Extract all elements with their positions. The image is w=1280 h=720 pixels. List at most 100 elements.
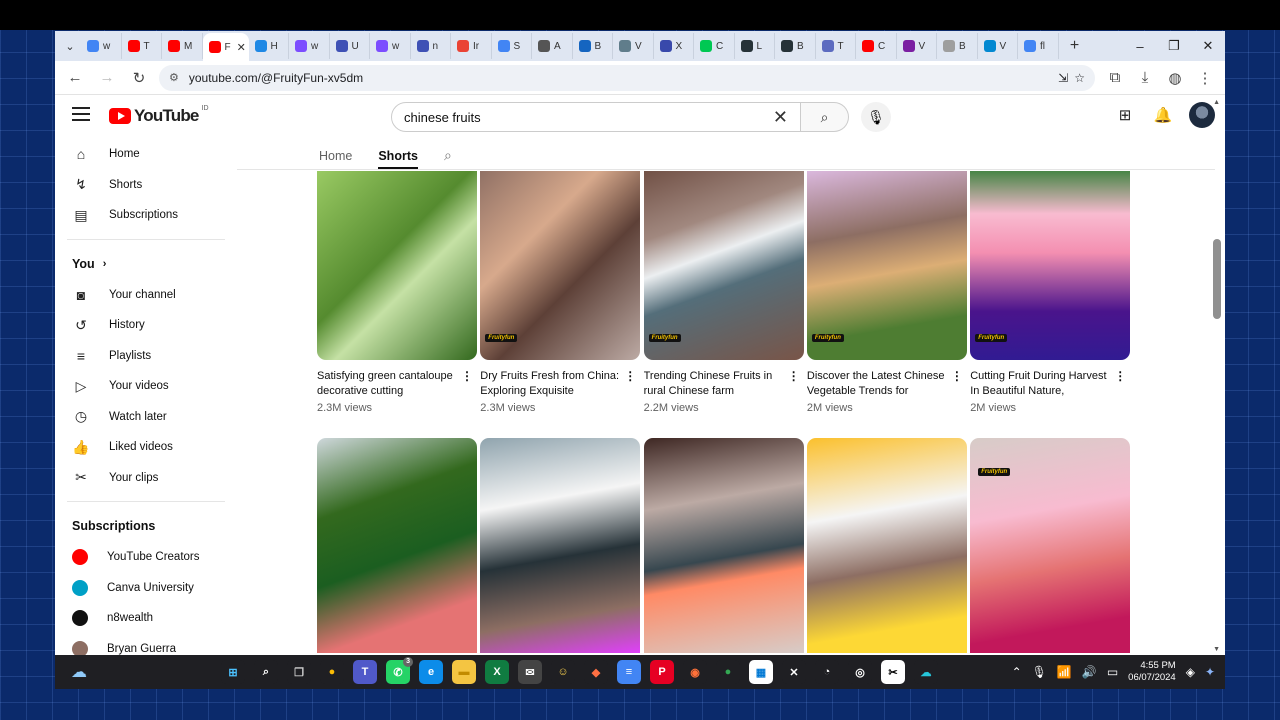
battery-icon[interactable]: ▭: [1107, 665, 1118, 679]
taskbar-capcut-icon[interactable]: ✕: [782, 660, 806, 684]
short-card[interactable]: [643, 438, 804, 653]
taskbar-excel-icon[interactable]: X: [485, 660, 509, 684]
short-thumbnail[interactable]: [480, 438, 641, 653]
browser-menu-icon[interactable]: ⋮: [1193, 66, 1217, 90]
browser-tab[interactable]: B: [937, 33, 978, 59]
install-app-icon[interactable]: ⇲: [1058, 71, 1068, 85]
short-thumbnail[interactable]: Fruityfun: [806, 171, 967, 360]
volume-icon[interactable]: 🔊: [1082, 665, 1097, 679]
widgets-button[interactable]: ☁: [55, 662, 103, 682]
sidebar-item-liked-videos[interactable]: 👍 Liked videos: [55, 432, 235, 463]
short-card[interactable]: [480, 438, 641, 653]
microphone-icon[interactable]: 🎙: [1032, 665, 1047, 679]
short-card[interactable]: Fruityfun Cutting Fruit During Harvest In…: [970, 171, 1131, 414]
short-thumbnail[interactable]: [806, 438, 967, 653]
back-icon[interactable]: ←: [63, 66, 87, 90]
sidebar-item-your-clips[interactable]: ✂ Your clips: [55, 463, 235, 494]
short-card[interactable]: Fruityfun Trending Chinese Fruits in rura…: [643, 171, 804, 414]
browser-tab[interactable]: A: [532, 33, 573, 59]
browser-tab[interactable]: w: [370, 33, 411, 59]
restore-icon[interactable]: ❐: [1157, 31, 1191, 61]
browser-tab[interactable]: V: [978, 33, 1018, 59]
taskbar-chrome-icon[interactable]: ●: [320, 660, 344, 684]
short-card[interactable]: [317, 438, 477, 653]
more-options-icon[interactable]: ⋮: [788, 369, 800, 383]
short-thumbnail[interactable]: [317, 438, 477, 653]
clock[interactable]: 4:55 PM 06/07/2024: [1128, 660, 1176, 684]
close-window-icon[interactable]: ✕: [1191, 31, 1225, 61]
browser-tab[interactable]: fl: [1018, 33, 1059, 59]
browser-tab[interactable]: V: [613, 33, 654, 59]
browser-tab[interactable]: Ir: [451, 33, 492, 59]
sidebar-item-home[interactable]: ⌂ Home: [55, 139, 235, 170]
youtube-logo[interactable]: YouTube ID: [109, 105, 209, 126]
taskbar-clock-icon[interactable]: ◔: [815, 660, 839, 684]
browser-tab[interactable]: n: [411, 33, 451, 59]
short-thumbnail[interactable]: [643, 438, 804, 653]
browser-tab[interactable]: S: [492, 33, 532, 59]
browser-tab[interactable]: M: [162, 33, 203, 59]
minimize-icon[interactable]: –: [1123, 31, 1157, 61]
short-card[interactable]: Satisfying green cantaloupe decorative c…: [317, 171, 477, 414]
site-info-icon[interactable]: ⚙: [169, 71, 179, 84]
url-field[interactable]: ⚙ youtube.com/@FruityFun-xv5dm ⇲ ☆: [159, 64, 1095, 91]
short-thumbnail[interactable]: Fruityfun: [970, 171, 1131, 360]
taskbar-character-icon[interactable]: ☺: [551, 660, 575, 684]
browser-tab[interactable]: B: [775, 33, 816, 59]
taskbar-cloud-upload-icon[interactable]: ☁: [914, 660, 938, 684]
more-options-icon[interactable]: ⋮: [624, 369, 636, 383]
short-card[interactable]: [806, 438, 967, 653]
sidebar-item-history[interactable]: ↺ History: [55, 310, 235, 341]
short-thumbnail[interactable]: Fruityfun: [970, 438, 1131, 653]
browser-tab[interactable]: C: [856, 33, 897, 59]
sidebar-item-your-channel[interactable]: ◙ Your channel: [55, 280, 235, 311]
taskbar-windows-start-icon[interactable]: ⊞: [221, 660, 245, 684]
page-scrollbar[interactable]: [1213, 139, 1221, 653]
short-title[interactable]: Dry Fruits Fresh from China: Exploring E…: [480, 369, 620, 399]
voice-search-icon[interactable]: 🎙: [861, 102, 891, 132]
short-card[interactable]: Fruityfun Discover the Latest Chinese Veg…: [806, 171, 967, 414]
search-input[interactable]: chinese fruits ✕: [391, 102, 801, 132]
browser-tab[interactable]: U: [330, 33, 370, 59]
forward-icon[interactable]: →: [95, 66, 119, 90]
sidebar-item-shorts[interactable]: ↯ Shorts: [55, 170, 235, 201]
short-card[interactable]: Fruityfun Dry Fruits Fresh from China: Ex…: [480, 171, 641, 414]
sidebar-item-n8wealth[interactable]: n8wealth: [55, 603, 235, 634]
menu-icon[interactable]: [72, 107, 90, 121]
taskbar-file-explorer-icon[interactable]: ▬: [452, 660, 476, 684]
sidebar-item-playlists[interactable]: ≡ Playlists: [55, 341, 235, 372]
taskbar-chrome-2-icon[interactable]: ●: [716, 660, 740, 684]
sidebar-item-canva-university[interactable]: Canva University: [55, 573, 235, 604]
browser-tab[interactable]: T: [122, 33, 162, 59]
more-options-icon[interactable]: ⋮: [1114, 369, 1126, 383]
scrollbar-thumb[interactable]: [1213, 239, 1221, 319]
browser-tab[interactable]: L: [735, 33, 775, 59]
taskbar-docs-icon[interactable]: ≡: [617, 660, 641, 684]
profile-icon[interactable]: ◍: [1163, 66, 1187, 90]
short-thumbnail[interactable]: [317, 171, 477, 360]
tab-home[interactable]: Home: [319, 149, 352, 169]
sidebar-item-watch-later[interactable]: ◷ Watch later: [55, 402, 235, 433]
taskbar-search-icon[interactable]: ⌕: [254, 660, 278, 684]
sidebar-item-your-videos[interactable]: ▷ Your videos: [55, 371, 235, 402]
taskbar-firefox-icon[interactable]: ◉: [683, 660, 707, 684]
short-thumbnail[interactable]: Fruityfun: [480, 171, 641, 360]
bookmark-star-icon[interactable]: ☆: [1074, 71, 1085, 85]
short-title[interactable]: Trending Chinese Fruits in rural Chinese…: [644, 369, 784, 399]
browser-tab[interactable]: B: [573, 33, 613, 59]
tab-shorts[interactable]: Shorts: [378, 149, 418, 169]
short-title[interactable]: Cutting Fruit During Harvest In Beautifu…: [970, 369, 1110, 399]
account-avatar[interactable]: [1189, 102, 1215, 128]
taskbar-app-store-icon[interactable]: ◆: [584, 660, 608, 684]
browser-tab[interactable]: H: [249, 33, 289, 59]
copilot-icon[interactable]: ✦: [1205, 665, 1215, 679]
more-options-icon[interactable]: ⋮: [461, 369, 473, 383]
notifications-bell-icon[interactable]: 🔔: [1151, 103, 1175, 127]
taskbar-pinterest-icon[interactable]: P: [650, 660, 674, 684]
browser-tab[interactable]: C: [694, 33, 735, 59]
sidebar-item-subscriptions[interactable]: ▤ Subscriptions: [55, 200, 235, 231]
taskbar-mail-icon[interactable]: ✉: [518, 660, 542, 684]
scroll-down-icon[interactable]: ▼: [1213, 646, 1220, 653]
short-card[interactable]: Fruityfun: [970, 438, 1131, 653]
search-button[interactable]: ⌕: [801, 102, 849, 132]
